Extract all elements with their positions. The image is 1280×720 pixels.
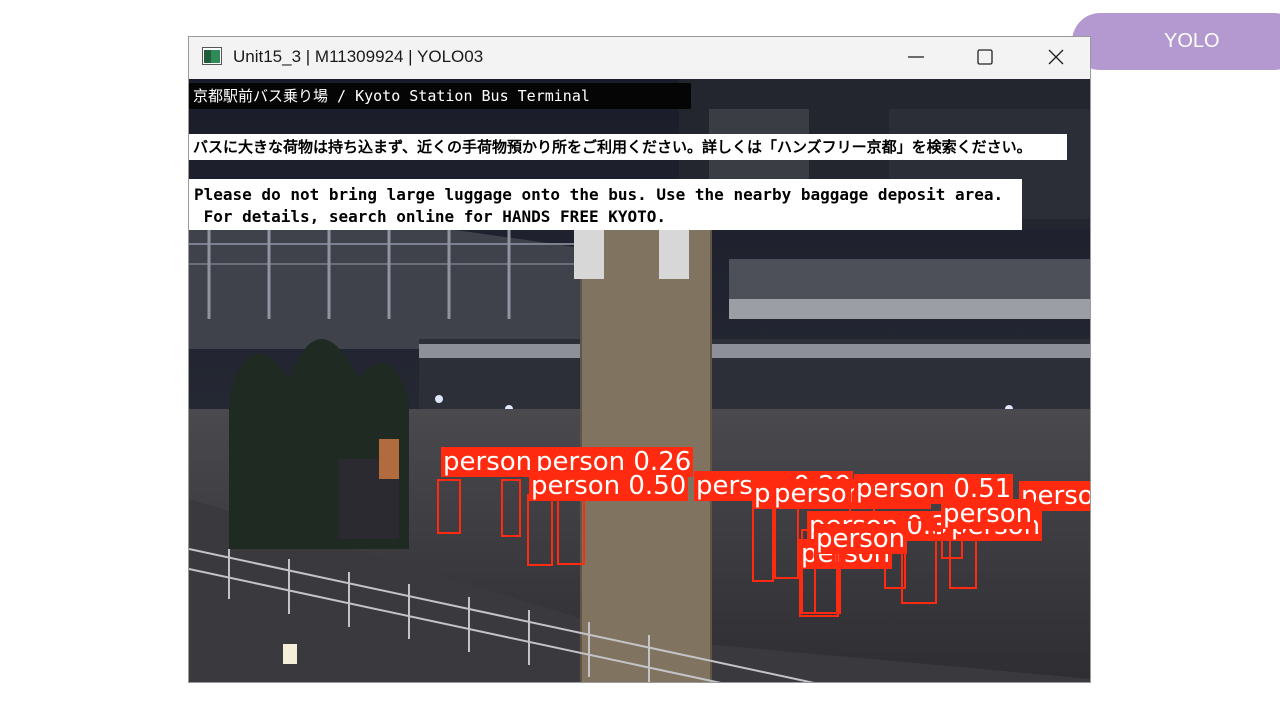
title-bar[interactable]: Unit15_3 | M11309924 | YOLO03 bbox=[189, 37, 1090, 79]
detection-box bbox=[752, 499, 774, 582]
detection-overlay: person 0.27 person 0.26 person 0.50 person … bbox=[189, 79, 1090, 682]
minimize-button[interactable] bbox=[891, 37, 941, 77]
video-window: Unit15_3 | M11309924 | YOLO03 京都駅前バス乗り場 … bbox=[188, 36, 1091, 683]
minimize-icon bbox=[908, 56, 924, 58]
video-frame: 京都駅前バス乗り場 / Kyoto Station Bus Terminal バ… bbox=[189, 79, 1090, 682]
detection-label: person 0.50 bbox=[529, 471, 689, 501]
detection-box bbox=[437, 479, 461, 534]
app-icon bbox=[202, 47, 222, 65]
detection-box bbox=[557, 497, 585, 565]
detection-box bbox=[501, 479, 521, 537]
detection-label: person bbox=[941, 499, 1035, 529]
detection-label: person bbox=[814, 524, 908, 554]
window-title: Unit15_3 | M11309924 | YOLO03 bbox=[233, 47, 484, 66]
maximize-icon bbox=[977, 49, 993, 65]
detection-box bbox=[527, 494, 553, 566]
yolo-tag: YOLO bbox=[1072, 13, 1280, 70]
yolo-tag-label: YOLO bbox=[1164, 30, 1220, 52]
close-icon bbox=[1048, 49, 1064, 65]
close-button[interactable] bbox=[1031, 37, 1081, 77]
maximize-button[interactable] bbox=[960, 37, 1010, 77]
